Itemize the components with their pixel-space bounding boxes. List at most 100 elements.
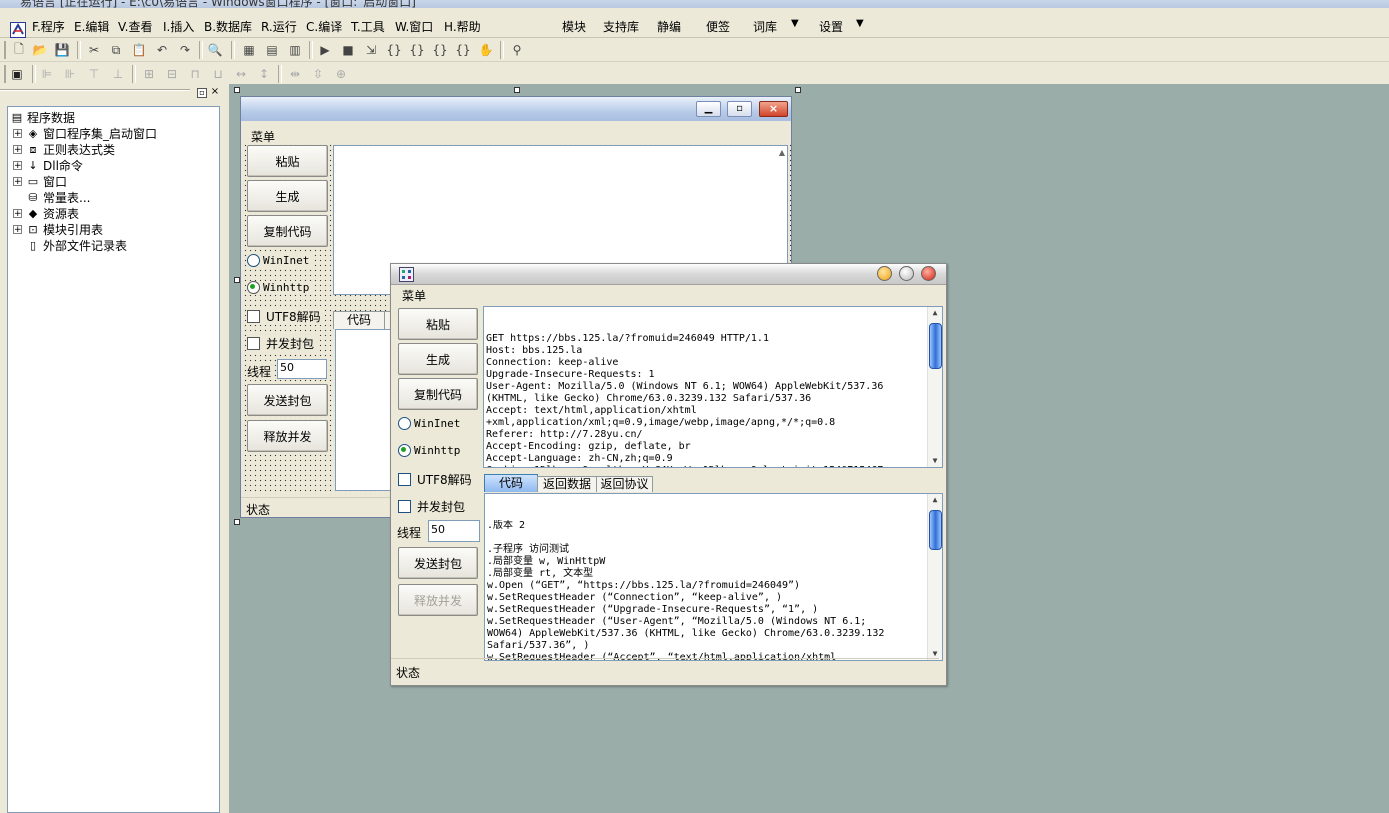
code-textbox[interactable]: .版本 2 .子程序 访问测试 .局部变量 w, WinHttpW .局部变量 …: [484, 493, 943, 661]
menu-program[interactable]: F.程序: [32, 18, 65, 35]
designer-release-button[interactable]: 释放并发: [247, 420, 328, 452]
center-vertical-icon[interactable]: ⊟: [163, 65, 181, 83]
expand-icon[interactable]: +: [13, 224, 22, 234]
tab-code[interactable]: 代码: [484, 474, 538, 492]
layout-view2-icon[interactable]: ▤: [263, 41, 281, 59]
layout-view1-icon[interactable]: ▦: [240, 41, 258, 59]
open-folder-icon[interactable]: 📂: [31, 41, 49, 59]
align-left-icon[interactable]: ⊫: [38, 65, 56, 83]
scroll-up-icon[interactable]: ▲: [928, 494, 942, 506]
scroll-down-icon[interactable]: ▼: [928, 455, 942, 467]
tab-return-data[interactable]: 返回数据: [537, 476, 597, 492]
tree-root[interactable]: ▤ 程序数据: [10, 109, 75, 125]
binoculars-icon[interactable]: ⚲: [508, 41, 526, 59]
menu-compile[interactable]: C.编译: [306, 18, 342, 35]
radio-wininet[interactable]: WinInet: [398, 417, 460, 430]
close-icon[interactable]: ×: [759, 101, 788, 117]
menu-view[interactable]: V.查看: [118, 18, 152, 35]
designer-code-box[interactable]: [335, 329, 393, 491]
menu-database[interactable]: B.数据库: [204, 18, 252, 35]
maximize-icon[interactable]: [899, 266, 914, 281]
expand-icon[interactable]: +: [13, 208, 22, 218]
hand-icon[interactable]: ✋: [477, 41, 495, 59]
menu-lexicon[interactable]: 词库: [753, 18, 777, 35]
menu-tools[interactable]: T.工具: [351, 18, 385, 35]
close-panel-icon[interactable]: ×: [210, 87, 220, 97]
align-right-icon[interactable]: ⊪: [61, 65, 79, 83]
scroll-thumb[interactable]: [929, 323, 942, 369]
same-width-icon[interactable]: ⊓: [186, 65, 204, 83]
designer-copy-code-button[interactable]: 复制代码: [247, 215, 328, 247]
step-out-icon[interactable]: {}: [408, 41, 426, 59]
designer-check-concurrent[interactable]: 并发封包: [247, 335, 319, 352]
scroll-up-icon[interactable]: ▲: [928, 307, 942, 319]
lexicon-dropdown-icon[interactable]: ▼: [791, 18, 799, 29]
resize-handle[interactable]: [514, 87, 520, 93]
tree-item-modules[interactable]: + ⊡ 模块引用表: [13, 221, 103, 237]
settings-dropdown-icon[interactable]: ▼: [856, 18, 864, 29]
menu-module[interactable]: 模块: [562, 18, 586, 35]
restore-panel-icon[interactable]: ▫: [197, 88, 207, 98]
designer-tab-code[interactable]: 代码: [333, 311, 385, 329]
find-icon[interactable]: 🔍: [206, 41, 224, 59]
send-packet-button[interactable]: 发送封包: [398, 547, 478, 579]
tree-item-assembly[interactable]: + ◈ 窗口程序集_启动窗口: [13, 125, 157, 141]
cut-icon[interactable]: ✂: [85, 41, 103, 59]
designer-send-button[interactable]: 发送封包: [247, 384, 328, 416]
expand-icon[interactable]: +: [13, 128, 22, 138]
run-to-cursor-icon[interactable]: {}: [431, 41, 449, 59]
resize-handle[interactable]: [234, 519, 240, 525]
align-top-icon[interactable]: ⊤: [85, 65, 103, 83]
tab-return-protocol[interactable]: 返回协议: [596, 476, 653, 492]
layout-view3-icon[interactable]: ▥: [286, 41, 304, 59]
minimize-icon[interactable]: [877, 266, 892, 281]
run-icon[interactable]: ▶: [316, 41, 334, 59]
menu-run[interactable]: R.运行: [261, 18, 297, 35]
minimize-icon[interactable]: ▁: [696, 101, 721, 117]
menu-notes[interactable]: 便签: [706, 18, 730, 35]
tree-item-constants[interactable]: ⛁ 常量表...: [26, 189, 90, 205]
step-over-icon[interactable]: {}: [385, 41, 403, 59]
scroll-up-icon[interactable]: ▲: [779, 148, 785, 157]
designer-generate-button[interactable]: 生成: [247, 180, 328, 212]
breakpoint-icon[interactable]: {}: [454, 41, 472, 59]
running-program-window[interactable]: 菜单 粘贴 生成 复制代码 WinInet Winhttp UTF8解码 并发封…: [390, 263, 947, 686]
designer-radio-winhttp[interactable]: Winhttp: [247, 281, 314, 294]
center-horizontal-icon[interactable]: ⊞: [140, 65, 158, 83]
designer-radio-wininet[interactable]: WinInet: [247, 254, 314, 267]
tree-item-dll[interactable]: + ↓ Dll命令: [13, 157, 83, 173]
menu-static-compile[interactable]: 静编: [657, 18, 681, 35]
generate-button[interactable]: 生成: [398, 343, 478, 375]
designer-paste-button[interactable]: 粘贴: [247, 145, 328, 177]
designer-thread-input[interactable]: 50: [277, 359, 327, 379]
menu-window[interactable]: W.窗口: [395, 18, 433, 35]
designer-check-utf8[interactable]: UTF8解码: [247, 308, 325, 325]
tree-item-regex-class[interactable]: + ⧈ 正则表达式类: [13, 141, 115, 157]
menu-edit[interactable]: E.编辑: [74, 18, 109, 35]
run-menu-label[interactable]: 菜单: [402, 287, 426, 304]
tree-item-window[interactable]: + ▭ 窗口: [13, 173, 67, 189]
same-height-icon[interactable]: ⊔: [209, 65, 227, 83]
scroll-thumb[interactable]: [929, 510, 942, 550]
space-horizontal-icon[interactable]: ↔: [232, 65, 250, 83]
menu-insert[interactable]: I.插入: [163, 18, 194, 35]
undo-icon[interactable]: ↶: [153, 41, 171, 59]
redo-icon[interactable]: ↷: [176, 41, 194, 59]
request-scrollbar[interactable]: ▲ ▼: [927, 307, 942, 467]
form-icon[interactable]: ▣: [8, 65, 26, 83]
program-tree[interactable]: ▤ 程序数据 + ◈ 窗口程序集_启动窗口 + ⧈ 正则表达式类 + ↓ Dll…: [7, 106, 220, 813]
radio-winhttp[interactable]: Winhttp: [398, 444, 460, 457]
tree-item-resources[interactable]: + ◆ 资源表: [13, 205, 79, 221]
expand-icon[interactable]: +: [13, 176, 22, 186]
tree-item-external-files[interactable]: ▯ 外部文件记录表: [26, 237, 127, 253]
copy-code-button[interactable]: 复制代码: [398, 378, 478, 410]
step-into-icon[interactable]: ⇲: [362, 41, 380, 59]
maximize-icon[interactable]: ▫: [727, 101, 752, 117]
center-form-h-icon[interactable]: ⇹: [286, 65, 304, 83]
paste-icon[interactable]: 📋: [130, 41, 148, 59]
save-icon[interactable]: 💾: [53, 41, 71, 59]
menu-help[interactable]: H.帮助: [444, 18, 481, 35]
new-file-icon[interactable]: 🗋: [10, 41, 28, 59]
space-vertical-icon[interactable]: ↕: [255, 65, 273, 83]
menu-settings[interactable]: 设置: [819, 18, 843, 35]
